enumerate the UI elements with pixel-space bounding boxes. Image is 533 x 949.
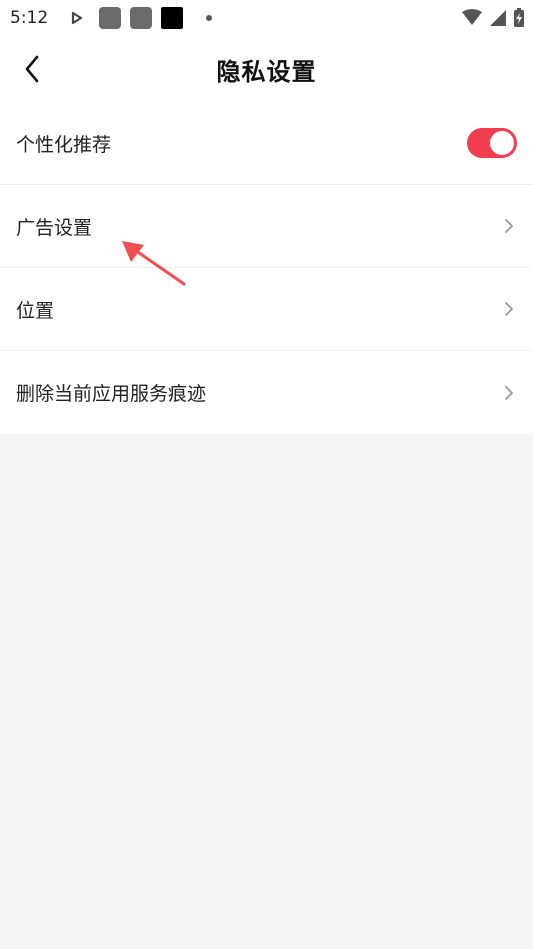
settings-row-ad-settings[interactable]: 广告设置 [0,185,533,268]
app-icon [130,7,152,29]
status-right-icons [461,8,525,28]
delete-service-traces-label: 删除当前应用服务痕迹 [16,383,207,405]
top-area: 5:12 隐私设置 个性化推荐 广告设置 位置 删除当前应用服务痕迹 [0,0,533,434]
header: 隐私设置 [0,36,533,102]
dot-icon [206,15,212,21]
settings-list: 个性化推荐 广告设置 位置 删除当前应用服务痕迹 [0,102,533,434]
settings-row-delete-service-traces[interactable]: 删除当前应用服务痕迹 [0,351,533,434]
settings-row-location[interactable]: 位置 [0,268,533,351]
toggle-knob [490,131,514,155]
app-icon [99,7,121,29]
chevron-right-icon [503,217,515,235]
ad-settings-label: 广告设置 [16,216,93,239]
status-bar: 5:12 [0,0,533,36]
app-icon-black [161,7,183,29]
signal-icon [489,9,507,27]
battery-charging-icon [513,8,525,28]
settings-row-personalized-recommendation: 个性化推荐 [0,102,533,185]
personalized-recommendation-label: 个性化推荐 [16,133,112,156]
chevron-left-icon [24,55,40,83]
chevron-right-icon [503,300,515,318]
location-label: 位置 [16,299,55,322]
status-time: 5:12 [10,8,49,28]
wifi-icon [461,9,483,27]
page-title: 隐私设置 [216,57,317,86]
chevron-right-icon [503,384,515,402]
play-icon [70,11,84,25]
personalized-recommendation-toggle[interactable] [467,128,517,158]
privacy-settings-screen: 5:12 隐私设置 个性化推荐 广告设置 位置 删除当前应用服务痕迹 [0,0,533,949]
back-button[interactable] [14,51,50,87]
status-notification-icons [70,7,212,29]
